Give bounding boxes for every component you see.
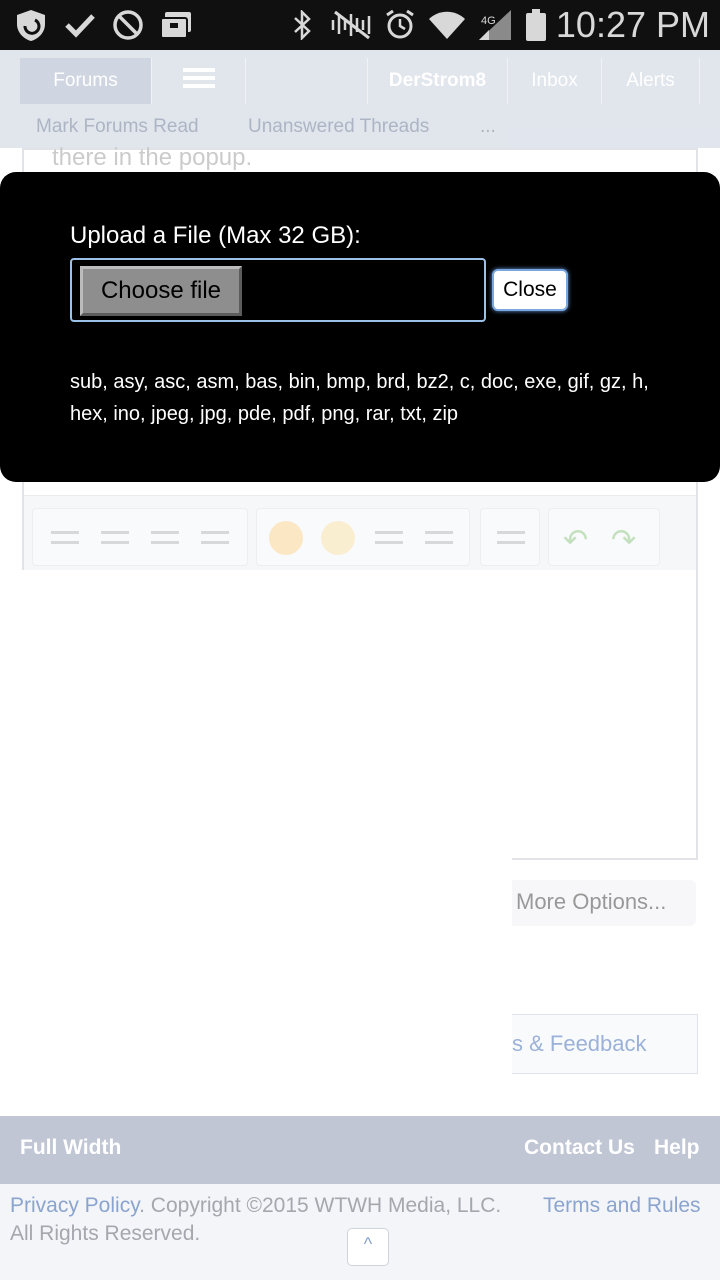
- wifi-icon: [426, 8, 468, 42]
- smiley-icon[interactable]: [269, 521, 303, 555]
- history-tools: ↶ ↷: [548, 508, 660, 566]
- svg-text:4G: 4G: [481, 15, 496, 27]
- tab-alerts[interactable]: Alerts: [602, 58, 700, 104]
- shield-icon: [12, 8, 50, 42]
- more-options-button[interactable]: More Options...: [512, 880, 696, 926]
- status-bar: 4G 10:27 PM: [0, 0, 720, 50]
- unanswered-threads-link[interactable]: Unanswered Threads: [248, 116, 429, 138]
- full-width-link[interactable]: Full Width: [20, 1136, 121, 1160]
- indent-icon[interactable]: [201, 527, 231, 551]
- clock-time: 10:27 PM: [555, 4, 710, 45]
- battery-icon: [522, 8, 550, 42]
- allowed-extensions: sub, asy, asc, asm, bas, bin, bmp, brd, …: [70, 371, 649, 425]
- tab-inbox[interactable]: Inbox: [508, 58, 602, 104]
- mark-forums-read-link[interactable]: Mark Forums Read: [36, 116, 199, 138]
- bluetooth-icon: [288, 8, 316, 42]
- save-icon[interactable]: [497, 527, 527, 551]
- close-button[interactable]: Close: [492, 269, 568, 311]
- save-tools: [480, 508, 540, 566]
- copyright-line: Privacy Policy. Copyright ©2015 WTWH Med…: [10, 1194, 501, 1218]
- footer-bar: Full Width Contact Us Help: [0, 1116, 720, 1184]
- image-icon[interactable]: [321, 521, 355, 555]
- alarm-icon: [382, 8, 418, 42]
- redo-icon[interactable]: ↷: [611, 523, 636, 558]
- privacy-policy-link[interactable]: Privacy Policy: [10, 1194, 139, 1217]
- insert-tools: [256, 508, 470, 566]
- rights-text: All Rights Reserved.: [10, 1222, 201, 1245]
- help-link[interactable]: Help: [654, 1136, 700, 1160]
- upload-title: Upload a File (Max 32 GB):: [70, 222, 361, 249]
- outdent-icon[interactable]: [151, 527, 181, 551]
- bullet-list-icon[interactable]: [51, 527, 81, 551]
- table-icon[interactable]: [425, 527, 455, 551]
- numbered-list-icon[interactable]: [101, 527, 131, 551]
- no-entry-icon: [110, 8, 146, 42]
- signal-icon: 4G: [474, 8, 514, 42]
- menu-tab[interactable]: [152, 58, 246, 104]
- tab-empty[interactable]: [246, 58, 368, 104]
- check-icon: [62, 8, 98, 42]
- media-icon[interactable]: [375, 527, 405, 551]
- list-tools: [32, 508, 248, 566]
- upload-modal: Upload a File (Max 32 GB): Choose file C…: [0, 172, 720, 482]
- tab-user[interactable]: DerStrom8: [368, 58, 508, 104]
- copyright-text: . Copyright ©2015 WTWH Media, LLC.: [139, 1194, 502, 1217]
- file-input[interactable]: Choose file: [70, 258, 486, 322]
- briefcase-icon: [158, 8, 194, 42]
- mute-icon: [328, 8, 376, 42]
- blank-area: [0, 570, 512, 1082]
- post-text: there in the popup.: [52, 144, 253, 171]
- choose-file-button[interactable]: Choose file: [80, 266, 242, 316]
- scroll-to-top-button[interactable]: ^: [347, 1228, 389, 1266]
- tab-forums[interactable]: Forums: [20, 58, 152, 104]
- more-links[interactable]: ...: [480, 116, 496, 138]
- contact-us-link[interactable]: Contact Us: [524, 1136, 635, 1160]
- feedback-link[interactable]: s & Feedback: [512, 1014, 698, 1074]
- undo-icon[interactable]: ↶: [563, 523, 588, 558]
- terms-link[interactable]: Terms and Rules: [543, 1194, 701, 1218]
- hamburger-menu-icon: [182, 67, 215, 95]
- editor-toolbar: ↶ ↷: [24, 495, 696, 570]
- forum-nav: Forums DerStrom8 Inbox Alerts Mark Forum…: [0, 50, 720, 148]
